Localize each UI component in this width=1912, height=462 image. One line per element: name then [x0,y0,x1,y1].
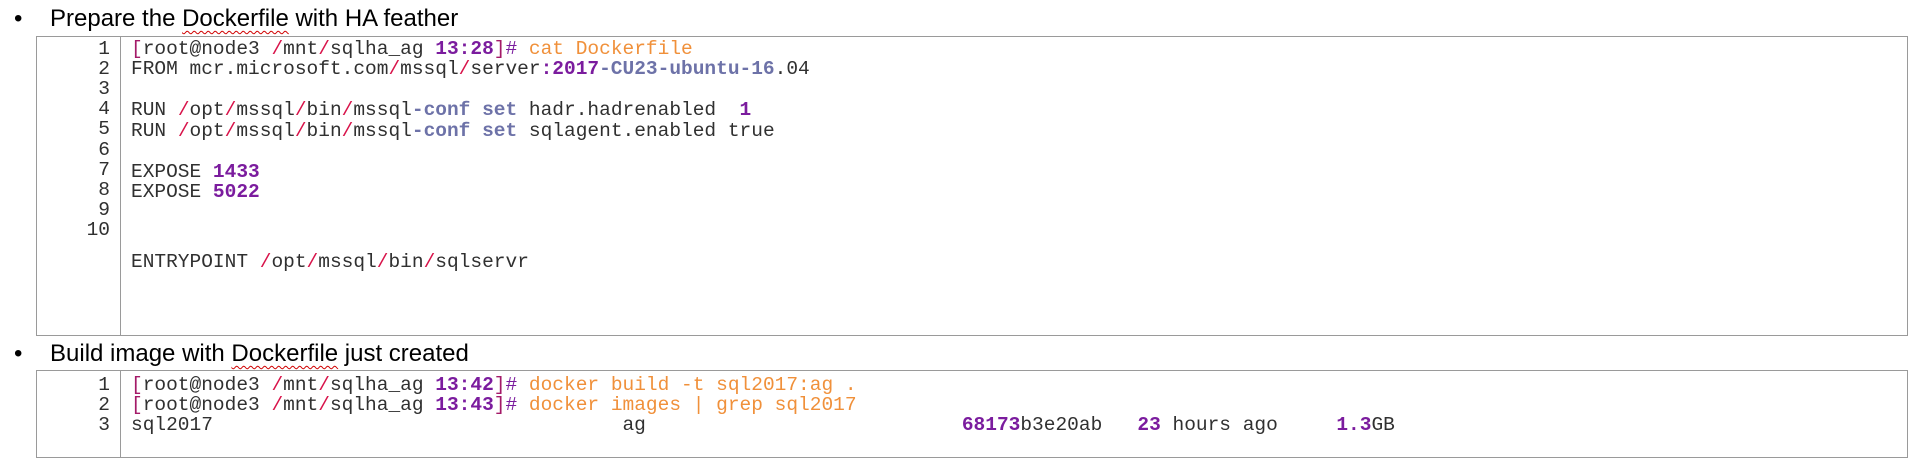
code-token: mssql [318,251,377,273]
code-token: bin [306,120,342,142]
code-token: / [341,99,354,121]
code-line: sql2017 ag 68173b3e20ab 23 hours ago 1.3… [131,413,1395,438]
code-token: / [224,99,237,121]
code-token: / [177,99,190,121]
code-token: -conf set [411,120,518,142]
code-token: / [294,99,307,121]
code-token: / [306,251,319,273]
heading-text-2: just created [338,340,469,367]
code-token: mssql [236,99,295,121]
code-token: opt [189,120,225,142]
code-line: FROM mcr.microsoft.com/mssql/server:2017… [131,57,810,82]
code-token: opt [271,251,307,273]
code-token: hours ago [1160,414,1337,436]
code-token: b3e20ab [1020,414,1138,436]
code-token: mssql [236,120,295,142]
section-1-heading: • Prepare the Dockerfile with HA feather [10,4,458,34]
heading-misspelled-word-1: Dockerfile [182,5,289,32]
code-token: server [470,58,541,80]
code-token: mssql [400,58,459,80]
code-token: / [458,58,471,80]
heading-text-1: Build image with [50,340,232,367]
code-token: 23 [1137,414,1161,436]
heading-text-1: Prepare the [50,5,183,32]
code-token: / [224,120,237,142]
code-token: :2017 [540,58,600,80]
code-token: mssql [353,120,412,142]
code-line: RUN /opt/mssql/bin/mssql-conf set sqlage… [131,119,775,144]
bullet-icon: • [14,5,23,32]
code-token: FROM mcr.microsoft.com [131,58,389,80]
line-number-gutter: 123 [37,371,121,457]
code-token: bin [306,99,342,121]
line-number: 3 [98,414,110,436]
code-token: ENTRYPOINT [131,251,260,273]
code-token: sql2017 ag [131,414,962,436]
line-number: 10 [86,219,110,241]
code-token: RUN [131,99,178,121]
section-2-heading: • Build image with Dockerfile just create… [10,339,469,369]
code-token: / [388,58,401,80]
docker-build-code-block: 123 [root@node3 /mnt/sqlha_ag 13:42]# do… [36,370,1908,458]
code-token: 5022 [212,181,260,203]
bullet-icon: • [14,340,23,367]
code-token: opt [189,99,225,121]
code-token: sqlagent.enabled true [517,120,775,142]
code-line: EXPOSE 5022 [131,180,260,205]
code-line: ENTRYPOINT /opt/mssql/bin/sqlservr [131,250,529,275]
code-token: GB [1371,414,1395,436]
code-token: / [376,251,389,273]
code-token: / [177,120,190,142]
code-token: sqlservr [435,251,529,273]
code-token: / [341,120,354,142]
code-token: RUN [131,120,178,142]
code-token: EXPOSE [131,181,213,203]
code-token: 1 [739,99,752,121]
code-token: / [423,251,436,273]
code-token: 1.3 [1336,414,1372,436]
dockerfile-code-block: 1 2 3 4 5 6 7 8 9 10 [root@node3 /mnt/sqlha_ag 13… [36,36,1908,336]
code-token: mssql [353,99,412,121]
code-token: bin [388,251,424,273]
line-number-gutter: 1 2 3 4 5 6 7 8 9 10 [37,37,121,335]
heading-misspelled-word-2: Dockerfile [231,340,339,367]
code-token: / [294,120,307,142]
code-token: / [259,251,272,273]
heading-text-2: with HA feather [288,5,459,32]
code-token: -CU23-ubuntu-16 [599,58,775,80]
code-token: -conf set [411,99,518,121]
code-token: 68173 [961,414,1021,436]
code-token: .04 [774,58,810,80]
code-token: hadr.hadrenabled [517,99,740,121]
